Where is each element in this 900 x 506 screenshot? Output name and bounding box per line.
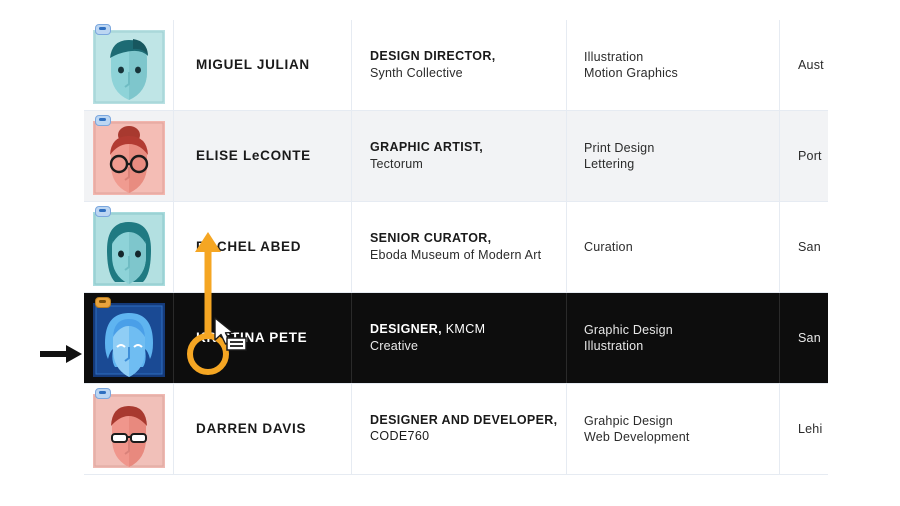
link-badge-icon — [94, 24, 111, 35]
skill-item: Web Development — [584, 430, 690, 444]
person-name: MIGUEL JULIAN — [196, 56, 310, 72]
row-avatar-cell[interactable] — [84, 202, 174, 292]
row-skills-cell[interactable]: Illustration Motion Graphics — [567, 20, 780, 110]
row-location-cell[interactable]: Port — [780, 111, 828, 201]
role-title-text: DESIGNER AND DEVELOPER, — [370, 413, 558, 428]
row-avatar-cell[interactable] — [84, 111, 174, 201]
role-company-inline: CODE760 — [370, 429, 430, 443]
people-table: MIGUEL JULIAN DESIGN DIRECTOR, Synth Col… — [84, 20, 828, 475]
avatar — [92, 115, 165, 195]
row-skills-cell[interactable]: Graphic Design Illustration — [567, 293, 780, 383]
role-company: Eboda Museum of Modern Art — [370, 247, 542, 262]
link-badge-icon — [94, 206, 111, 217]
table-row-selected[interactable]: KRISTINA PETE DESIGNER, KMCM Creative Gr… — [84, 293, 828, 384]
row-role-cell[interactable]: GRAPHIC ARTIST, Tectorum — [352, 111, 567, 201]
role-company-inline: KMCM — [445, 322, 486, 337]
row-role-cell[interactable]: SENIOR CURATOR, Eboda Museum of Modern A… — [352, 202, 567, 292]
table-row[interactable]: MIGUEL JULIAN DESIGN DIRECTOR, Synth Col… — [84, 20, 828, 111]
table-row[interactable]: ELISE LeCONTE GRAPHIC ARTIST, Tectorum P… — [84, 111, 828, 202]
row-skills-cell[interactable]: Print Design Lettering — [567, 111, 780, 201]
row-location-cell[interactable]: Lehi — [780, 384, 828, 474]
row-avatar-cell[interactable] — [84, 20, 174, 110]
skill-item: Print Design — [584, 140, 655, 155]
person-location: San — [798, 240, 821, 254]
role-title: DESIGN DIRECTOR, — [370, 49, 496, 64]
skill-item: Illustration — [584, 339, 644, 353]
person-name: ELISE LeCONTE — [196, 147, 311, 163]
avatar-rachel-abed — [92, 212, 165, 286]
person-location: Port — [798, 149, 822, 163]
avatar — [92, 297, 165, 377]
row-name-cell[interactable]: MIGUEL JULIAN — [174, 20, 352, 110]
people-table-viewport[interactable]: MIGUEL JULIAN DESIGN DIRECTOR, Synth Col… — [84, 20, 828, 485]
skill-item: Lettering — [584, 157, 635, 171]
skill-item: Curation — [584, 239, 633, 254]
screenshot-canvas: MIGUEL JULIAN DESIGN DIRECTOR, Synth Col… — [0, 0, 900, 506]
role-company: Creative — [370, 338, 419, 353]
person-location: San — [798, 331, 821, 345]
row-name-cell[interactable]: ELISE LeCONTE — [174, 111, 352, 201]
person-name: RACHEL ABED — [196, 238, 302, 254]
row-name-cell[interactable]: KRISTINA PETE — [174, 293, 352, 383]
skill-item: Illustration — [584, 49, 644, 64]
skill-item: Motion Graphics — [584, 66, 679, 80]
person-location: Aust — [798, 58, 824, 72]
person-location: Lehi — [798, 422, 823, 436]
link-badge-icon — [94, 388, 111, 399]
row-name-cell[interactable]: DARREN DAVIS — [174, 384, 352, 474]
role-title-text: DESIGNER, — [370, 322, 442, 337]
role-company: Synth Collective — [370, 65, 463, 80]
avatar — [92, 206, 165, 286]
avatar — [92, 388, 165, 468]
person-name: DARREN DAVIS — [196, 420, 307, 436]
row-role-cell[interactable]: DESIGNER, KMCM Creative — [352, 293, 567, 383]
row-skills-cell[interactable]: Grahpic Design Web Development — [567, 384, 780, 474]
row-avatar-cell[interactable] — [84, 293, 174, 383]
role-title: GRAPHIC ARTIST, — [370, 140, 484, 155]
row-role-cell[interactable]: DESIGNER AND DEVELOPER, CODE760 — [352, 384, 567, 474]
row-location-cell[interactable]: Aust — [780, 20, 828, 110]
row-location-cell[interactable]: San — [780, 202, 828, 292]
avatar-darren-davis — [92, 394, 165, 468]
row-role-cell[interactable]: DESIGN DIRECTOR, Synth Collective — [352, 20, 567, 110]
row-avatar-cell[interactable] — [84, 384, 174, 474]
row-name-cell[interactable]: RACHEL ABED — [174, 202, 352, 292]
avatar-elise-leconte — [92, 121, 165, 195]
role-title: SENIOR CURATOR, — [370, 231, 492, 246]
link-badge-icon — [94, 297, 111, 308]
table-row[interactable]: DARREN DAVIS DESIGNER AND DEVELOPER, COD… — [84, 384, 828, 475]
row-pointer-arrow — [40, 344, 84, 364]
link-badge-icon — [94, 115, 111, 126]
avatar-kristina-pete — [92, 303, 165, 377]
role-company: Tectorum — [370, 156, 424, 171]
row-skills-cell[interactable]: Curation — [567, 202, 780, 292]
person-name: KRISTINA PETE — [196, 329, 308, 345]
skill-item: Grahpic Design — [584, 413, 673, 428]
role-title: DESIGNER, KMCM — [370, 322, 566, 338]
skill-item: Graphic Design — [584, 322, 673, 337]
avatar-miguel-julian — [92, 30, 165, 104]
avatar — [92, 24, 165, 104]
row-location-cell[interactable]: San — [780, 293, 828, 383]
table-row[interactable]: RACHEL ABED SENIOR CURATOR, Eboda Museum… — [84, 202, 828, 293]
role-title: DESIGNER AND DEVELOPER, CODE760 — [370, 413, 566, 444]
